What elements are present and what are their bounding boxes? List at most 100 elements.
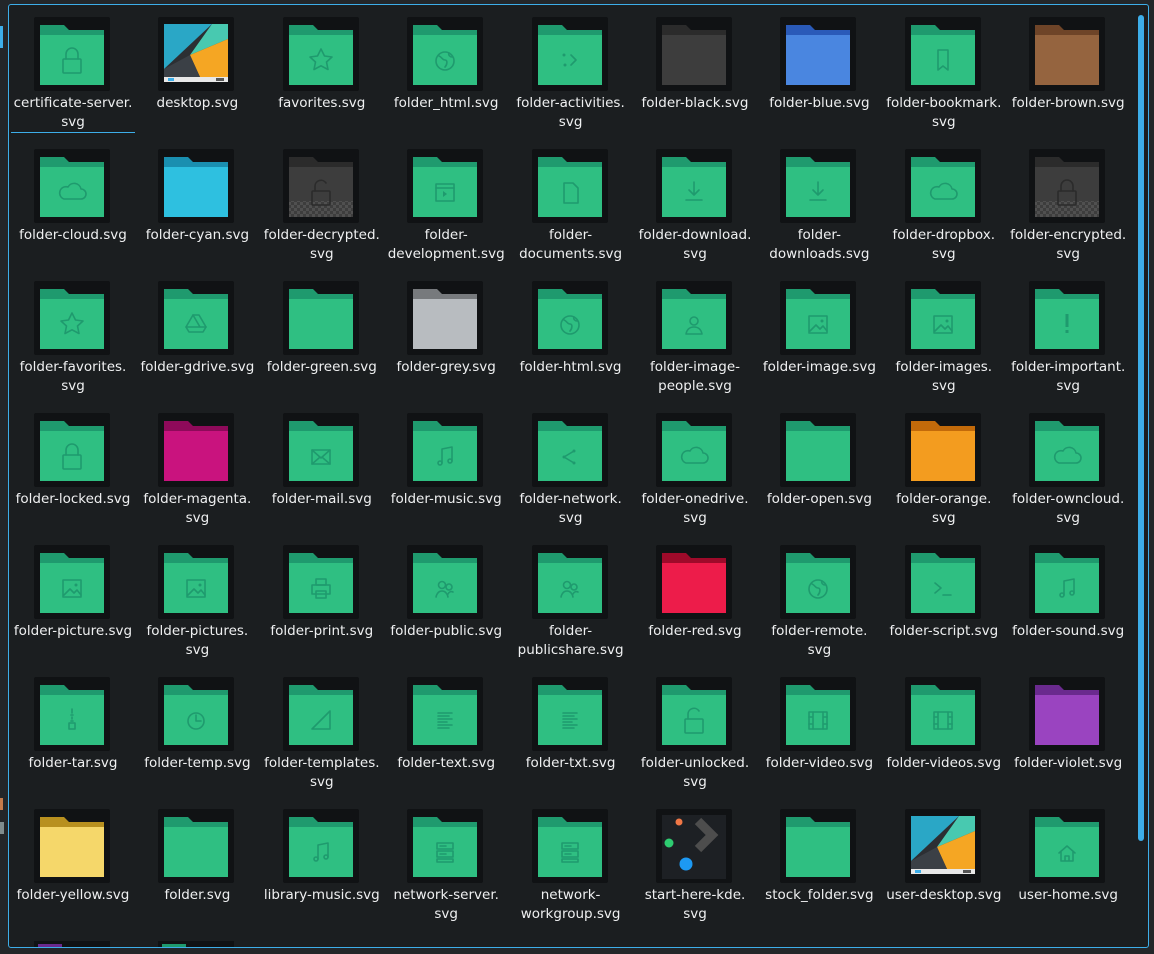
file-item[interactable]: folder-violet.svg	[1006, 665, 1130, 793]
file-item[interactable]: folder-tar.svg	[11, 665, 135, 793]
file-item[interactable]: folder-cyan.svg	[135, 137, 259, 265]
file-item[interactable]: folder-download. svg	[633, 137, 757, 265]
file-item[interactable]: folder-sound.svg	[1006, 533, 1130, 661]
file-item[interactable]: folder-encrypted. svg	[1006, 137, 1130, 265]
file-item[interactable]: folder-activities. svg	[509, 5, 633, 133]
file-item[interactable]: folder-remote. svg	[757, 533, 881, 661]
file-item[interactable]: folder-blue.svg	[757, 5, 881, 133]
file-item[interactable]: folder-txt.svg	[509, 665, 633, 793]
file-item[interactable]: folder-orange. svg	[882, 401, 1006, 529]
file-item[interactable]: folder- documents.svg	[509, 137, 633, 265]
file-item[interactable]: folder-decrypted. svg	[260, 137, 384, 265]
file-item[interactable]: folder-brown.svg	[1006, 5, 1130, 133]
file-item[interactable]: folder_html.svg	[384, 5, 508, 133]
file-name: desktop.svg	[156, 95, 239, 111]
code-window-icon	[407, 149, 484, 223]
file-item[interactable]: folder-public.svg	[384, 533, 508, 661]
file-item[interactable]: folder-gdrive.svg	[135, 269, 259, 397]
music-icon	[1029, 545, 1106, 619]
file-name: stock_folder.svg	[765, 887, 874, 903]
unlock-icon	[282, 149, 359, 223]
file-item[interactable]: stock_folder.svg	[757, 797, 881, 925]
globe-icon	[531, 281, 608, 355]
file-item[interactable]: folder-image- people.svg	[633, 269, 757, 397]
file-item[interactable]: folder-picture.svg	[11, 533, 135, 661]
file-item-partial[interactable]	[158, 941, 235, 947]
file-item[interactable]: network-server. svg	[384, 797, 508, 925]
file-item[interactable]: folder-unlocked. svg	[633, 665, 757, 793]
file-item[interactable]: folder-cloud.svg	[11, 137, 135, 265]
file-item[interactable]: folder-open.svg	[757, 401, 881, 529]
file-name: folder-network. svg	[519, 491, 622, 526]
file-item[interactable]: certificate-server. svg	[11, 5, 135, 133]
file-item[interactable]: folder-important. svg	[1006, 269, 1130, 397]
file-name: folder-activities. svg	[516, 95, 625, 130]
icon-view[interactable]: certificate-server. svg desktop.svg favo…	[8, 4, 1149, 948]
file-item[interactable]: folder-owncloud. svg	[1006, 401, 1130, 529]
file-item[interactable]: folder-templates. svg	[260, 665, 384, 793]
file-item[interactable]: folder-images. svg	[882, 269, 1006, 397]
scrollbar-thumb[interactable]	[1138, 15, 1144, 841]
music-icon	[407, 413, 484, 487]
file-item[interactable]: folder-print.svg	[260, 533, 384, 661]
file-item[interactable]: folder-image.svg	[757, 269, 881, 397]
file-item-partial[interactable]	[34, 941, 110, 947]
file-item[interactable]: folder-videos.svg	[882, 665, 1006, 793]
file-item[interactable]: folder.svg	[135, 797, 259, 925]
file-item[interactable]: start-here-kde. svg	[633, 797, 757, 925]
file-item[interactable]: folder-favorites. svg	[11, 269, 135, 397]
file-item[interactable]: folder-temp.svg	[135, 665, 259, 793]
file-name: folder-black.svg	[641, 95, 749, 111]
film-icon	[904, 677, 981, 751]
file-item[interactable]: folder-green.svg	[260, 269, 384, 397]
file-item[interactable]: folder-pictures. svg	[135, 533, 259, 661]
file-name: folder-temp.svg	[144, 755, 251, 771]
file-name: folder-gdrive.svg	[140, 359, 255, 375]
desktop-icon	[158, 17, 235, 91]
left-panel-edge	[0, 0, 8, 954]
file-item[interactable]: folder-network. svg	[509, 401, 633, 529]
file-item[interactable]: favorites.svg	[260, 5, 384, 133]
file-item[interactable]: folder- development.svg	[384, 137, 508, 265]
folder-icon	[1029, 677, 1106, 751]
file-item[interactable]: folder-magenta. svg	[135, 401, 259, 529]
folder-icon	[158, 149, 235, 223]
file-item[interactable]: folder- downloads.svg	[757, 137, 881, 265]
globe-icon	[407, 17, 484, 91]
file-item[interactable]: user-desktop.svg	[882, 797, 1006, 925]
file-item[interactable]: folder-music.svg	[384, 401, 508, 529]
file-item[interactable]: library-music.svg	[260, 797, 384, 925]
file-item[interactable]: folder-bookmark. svg	[882, 5, 1006, 133]
file-item[interactable]: user-home.svg	[1006, 797, 1130, 925]
vertical-scrollbar[interactable]	[1138, 11, 1144, 943]
file-item[interactable]: folder-mail.svg	[260, 401, 384, 529]
file-item[interactable]: desktop.svg	[135, 5, 259, 133]
file-name: folder- publicshare.svg	[517, 623, 624, 658]
file-item[interactable]: folder-yellow.svg	[11, 797, 135, 925]
folder-icon	[407, 281, 484, 355]
text-icon	[531, 677, 608, 751]
file-item[interactable]: folder-video.svg	[757, 665, 881, 793]
file-item[interactable]: folder-script.svg	[882, 533, 1006, 661]
file-name: folder-dropbox. svg	[892, 227, 996, 262]
file-item[interactable]: folder-grey.svg	[384, 269, 508, 397]
file-item[interactable]: folder- publicshare.svg	[509, 533, 633, 661]
file-item[interactable]: folder-black.svg	[633, 5, 757, 133]
file-item[interactable]: folder-html.svg	[509, 269, 633, 397]
file-name: folder-sound.svg	[1012, 623, 1125, 639]
panel-marker	[0, 822, 4, 834]
cloud-icon	[1029, 413, 1106, 487]
file-item[interactable]: folder-text.svg	[384, 665, 508, 793]
file-item[interactable]: network- workgroup.svg	[509, 797, 633, 925]
file-item[interactable]: folder-locked.svg	[11, 401, 135, 529]
file-name: folder-owncloud. svg	[1012, 491, 1125, 526]
image-icon	[904, 281, 981, 355]
file-name: folder-picture.svg	[13, 623, 133, 639]
file-item[interactable]: folder-red.svg	[633, 533, 757, 661]
globe-icon	[780, 545, 857, 619]
file-name: folder-open.svg	[766, 491, 872, 507]
file-item[interactable]: folder-onedrive. svg	[633, 401, 757, 529]
file-name: folder-image- people.svg	[649, 359, 741, 394]
file-name: favorites.svg	[278, 95, 366, 111]
file-item[interactable]: folder-dropbox. svg	[882, 137, 1006, 265]
